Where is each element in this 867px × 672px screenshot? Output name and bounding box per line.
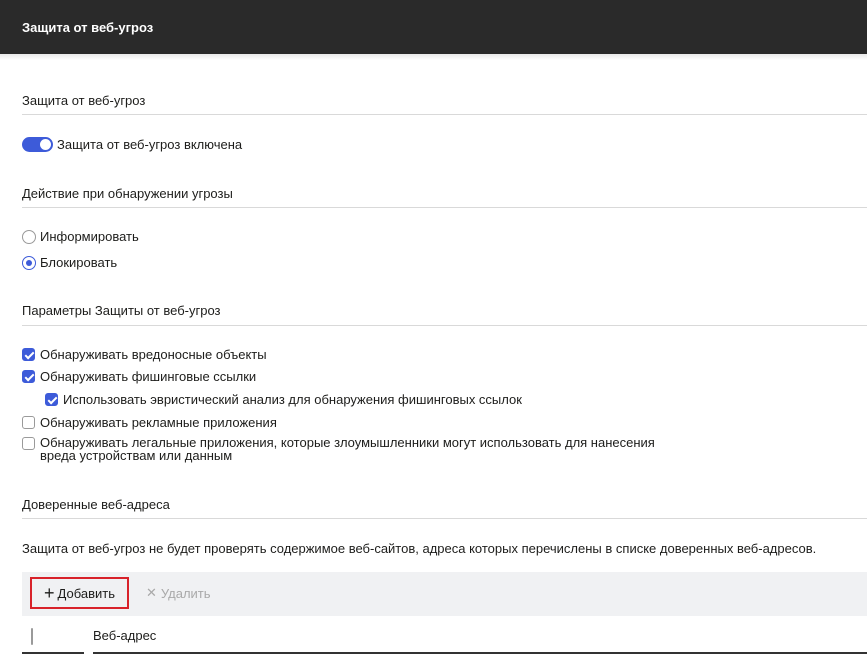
add-button[interactable]: + Добавить xyxy=(30,577,129,609)
check-malicious-objects-label: Обнаруживать вредоносные объекты xyxy=(40,347,267,362)
radio-inform-label: Информировать xyxy=(40,229,139,244)
check-heuristic-analysis[interactable]: Использовать эвристический анализ для об… xyxy=(45,392,522,407)
delete-button[interactable]: ✕ Удалить xyxy=(146,577,211,609)
radio-block-label: Блокировать xyxy=(40,255,118,270)
column-header-underline xyxy=(93,652,867,654)
page-header: Защита от веб-угроз xyxy=(0,0,867,54)
select-all-checkbox[interactable] xyxy=(31,628,33,645)
check-legal-apps[interactable]: Обнаруживать легальные приложения, котор… xyxy=(22,436,682,462)
radio-block[interactable]: Блокировать xyxy=(22,255,117,270)
add-button-label: Добавить xyxy=(57,585,115,601)
column-header-underline xyxy=(22,652,84,654)
check-phishing-links-box[interactable] xyxy=(22,370,35,383)
plus-icon: + xyxy=(44,582,55,603)
check-phishing-links[interactable]: Обнаруживать фишинговые ссылки xyxy=(22,369,256,384)
delete-button-label: Удалить xyxy=(160,585,211,601)
check-legal-apps-box[interactable] xyxy=(22,437,35,450)
section-title-protection: Защита от веб-угроз xyxy=(22,93,146,108)
protection-toggle[interactable] xyxy=(22,137,53,152)
check-adware-label: Обнаруживать рекламные приложения xyxy=(40,415,277,430)
header-shadow xyxy=(0,54,867,60)
check-adware-box[interactable] xyxy=(22,416,35,429)
select-all-box[interactable] xyxy=(31,628,33,645)
check-legal-apps-label: Обнаруживать легальные приложения, котор… xyxy=(40,435,655,463)
protection-toggle-row[interactable]: Защита от веб-угроз включена xyxy=(22,137,242,152)
radio-inform-button[interactable] xyxy=(22,229,36,244)
trusted-description: Защита от веб-угроз не будет проверять с… xyxy=(22,541,817,556)
section-divider xyxy=(22,207,867,208)
check-malicious-objects[interactable]: Обнаруживать вредоносные объекты xyxy=(22,347,267,362)
section-title-params: Параметры Защиты от веб-угроз xyxy=(22,303,221,318)
check-heuristic-analysis-label: Использовать эвристический анализ для об… xyxy=(63,392,522,407)
section-divider xyxy=(22,114,867,115)
section-title-action: Действие при обнаружении угрозы xyxy=(22,186,233,201)
radio-inform[interactable]: Информировать xyxy=(22,229,139,244)
page-title: Защита от веб-угроз xyxy=(22,19,154,35)
protection-toggle-label: Защита от веб-угроз включена xyxy=(57,137,243,152)
section-divider xyxy=(22,518,867,519)
close-icon: ✕ xyxy=(146,585,157,600)
section-title-trusted: Доверенные веб-адреса xyxy=(22,497,170,512)
column-header-url[interactable]: Веб-адрес xyxy=(93,628,156,643)
section-divider xyxy=(22,325,867,326)
check-malicious-objects-box[interactable] xyxy=(22,348,35,361)
check-adware[interactable]: Обнаруживать рекламные приложения xyxy=(22,415,277,430)
trusted-toolbar: + Добавить ✕ Удалить xyxy=(22,572,867,616)
radio-block-button[interactable] xyxy=(22,255,36,270)
check-phishing-links-label: Обнаруживать фишинговые ссылки xyxy=(40,369,257,384)
check-heuristic-analysis-box[interactable] xyxy=(45,393,58,406)
